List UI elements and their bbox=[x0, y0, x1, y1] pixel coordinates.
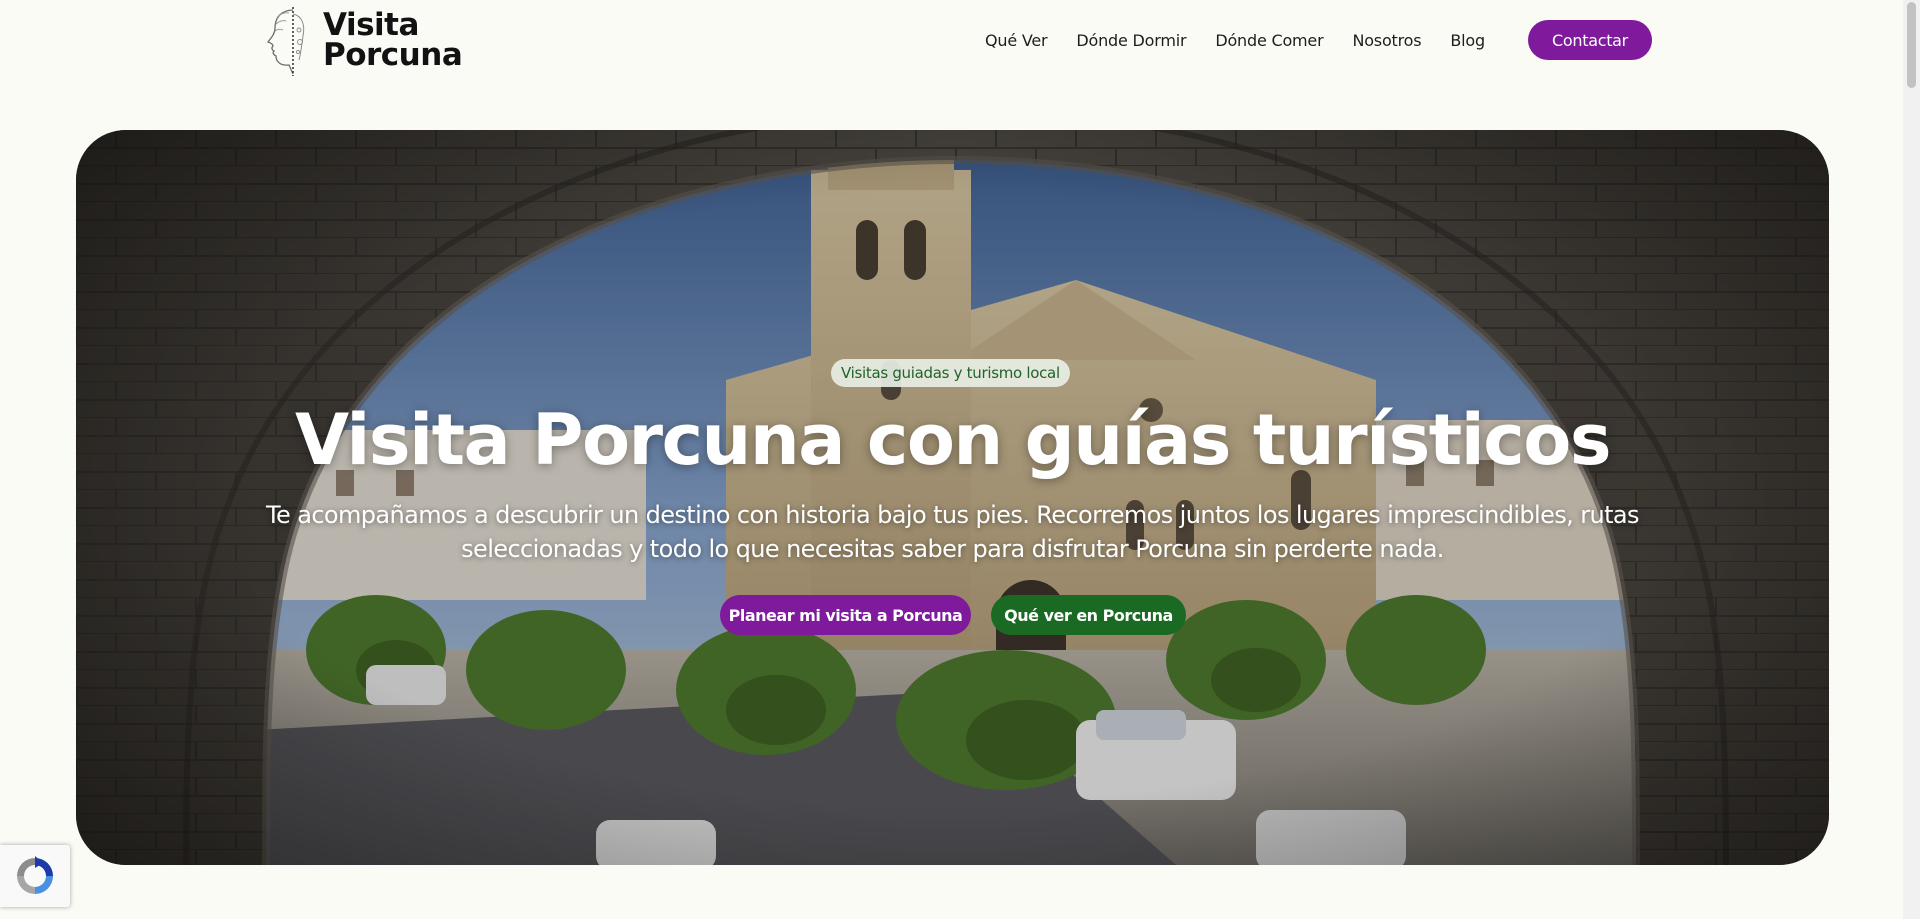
nav-item-donde-comer[interactable]: Dónde Comer bbox=[1215, 31, 1323, 50]
hero-section: Visitas guiadas y turismo local Visita P… bbox=[76, 130, 1829, 865]
what-to-see-button[interactable]: Qué ver en Porcuna bbox=[991, 595, 1186, 635]
nav-item-que-ver[interactable]: Qué Ver bbox=[985, 31, 1048, 50]
nav-item-blog[interactable]: Blog bbox=[1450, 31, 1485, 50]
hero-content: Visitas guiadas y turismo local Visita P… bbox=[76, 130, 1829, 865]
scrollbar-thumb[interactable] bbox=[1907, 2, 1916, 88]
site-logo[interactable]: Visita Porcuna bbox=[255, 4, 463, 76]
logo-head-icon bbox=[266, 7, 305, 76]
nav-item-donde-dormir[interactable]: Dónde Dormir bbox=[1076, 31, 1186, 50]
logo-text-line2: Porcuna bbox=[323, 37, 463, 73]
main-nav: Qué Ver Dónde Dormir Dónde Comer Nosotro… bbox=[985, 20, 1485, 60]
recaptcha-icon bbox=[17, 856, 53, 894]
recaptcha-badge[interactable] bbox=[0, 845, 70, 907]
nav-item-nosotros[interactable]: Nosotros bbox=[1352, 31, 1421, 50]
contact-button[interactable]: Contactar bbox=[1528, 20, 1652, 60]
hero-badge: Visitas guiadas y turismo local bbox=[831, 359, 1070, 387]
plan-visit-button[interactable]: Planear mi visita a Porcuna bbox=[720, 595, 971, 635]
hero-title: Visita Porcuna con guías turísticos bbox=[294, 399, 1612, 481]
page-scrollbar[interactable] bbox=[1903, 0, 1920, 919]
hero-subtitle: Te acompañamos a descubrir un destino co… bbox=[266, 501, 1639, 563]
logo-text: Visita Porcuna bbox=[323, 7, 463, 73]
logo-text-line1: Visita bbox=[323, 7, 419, 43]
site-header: Visita Porcuna Qué Ver Dónde Dormir Dónd… bbox=[0, 0, 1903, 80]
